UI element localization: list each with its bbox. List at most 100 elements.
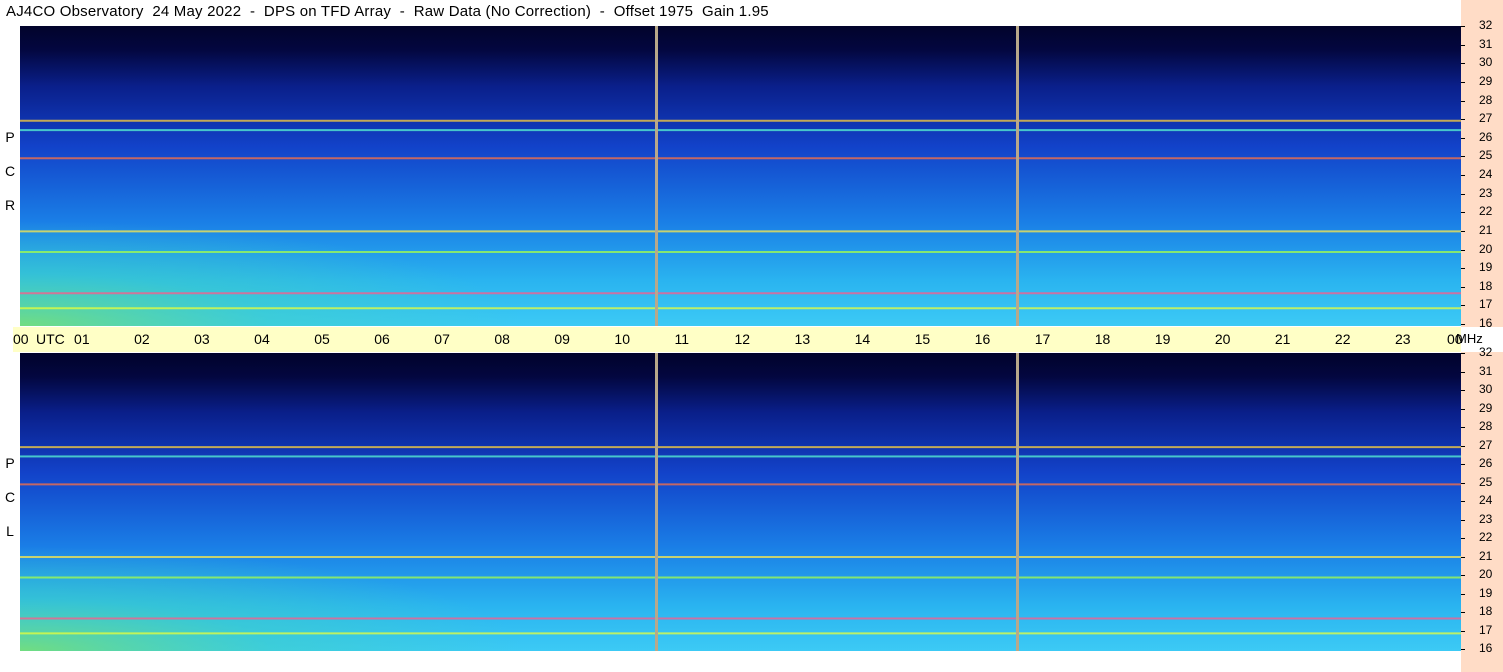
rcp-label: P C R bbox=[2, 120, 18, 230]
interference-band bbox=[20, 483, 1461, 486]
freq-tick-label: 31 bbox=[1479, 36, 1493, 51]
interference-band bbox=[20, 617, 1461, 620]
lcp-spectrogram bbox=[20, 353, 1461, 651]
freq-tick-mark bbox=[1461, 305, 1465, 307]
freq-tick-label: 30 bbox=[1479, 55, 1493, 70]
freq-tick-mark bbox=[1461, 353, 1465, 354]
time-tick-label: 14 bbox=[854, 331, 871, 347]
freq-tick-label: 29 bbox=[1479, 400, 1493, 415]
freq-tick-label: 24 bbox=[1479, 493, 1493, 507]
freq-tick-label: 18 bbox=[1479, 604, 1493, 618]
interference-band bbox=[20, 292, 1461, 295]
freq-tick-mark bbox=[1461, 593, 1465, 595]
freq-tick-label: 29 bbox=[1479, 73, 1493, 88]
freq-tick-label: 23 bbox=[1479, 185, 1493, 200]
lcp-label: P C L bbox=[2, 446, 18, 556]
freq-tick-label: 17 bbox=[1479, 297, 1493, 312]
freq-tick-label: 16 bbox=[1479, 316, 1493, 330]
freq-tick-mark bbox=[1461, 556, 1465, 558]
freq-tick-mark bbox=[1461, 519, 1465, 521]
chart-title: AJ4CO Observatory 24 May 2022 - DPS on T… bbox=[6, 3, 769, 20]
data-gap-line bbox=[1015, 26, 1019, 326]
lcp-letter-l: P bbox=[5, 455, 15, 471]
freq-tick-label: 20 bbox=[1479, 567, 1493, 581]
freq-tick-mark bbox=[1461, 612, 1465, 613]
time-tick-label: 00 bbox=[13, 331, 29, 347]
rcp-letter-r: P bbox=[5, 129, 15, 145]
freq-tick-mark bbox=[1461, 649, 1465, 650]
rcp-spectrogram bbox=[20, 26, 1461, 326]
time-tick-label: 16 bbox=[974, 331, 991, 347]
freq-tick-label: 26 bbox=[1479, 129, 1493, 144]
interference-band bbox=[20, 119, 1461, 122]
freq-tick-label: 23 bbox=[1479, 511, 1493, 526]
freq-tick-mark bbox=[1461, 212, 1465, 214]
time-tick-label: 05 bbox=[314, 331, 330, 347]
freq-tick-mark bbox=[1461, 501, 1465, 502]
interference-band bbox=[20, 230, 1461, 233]
freq-tick-label: 25 bbox=[1479, 474, 1493, 489]
heatmap-glow bbox=[20, 26, 1461, 326]
freq-tick-label: 22 bbox=[1479, 204, 1493, 219]
time-tick-label: 17 bbox=[1034, 331, 1051, 347]
freq-tick-mark bbox=[1461, 427, 1465, 428]
time-tick-label: 07 bbox=[434, 331, 450, 347]
freq-tick-label: 31 bbox=[1479, 363, 1493, 378]
freq-tick-label: 32 bbox=[1479, 345, 1493, 359]
freq-tick-mark bbox=[1461, 193, 1465, 195]
freq-tick-mark bbox=[1461, 175, 1465, 176]
freq-tick-label: 30 bbox=[1479, 382, 1493, 396]
freq-tick-mark bbox=[1461, 100, 1465, 102]
freq-tick-label: 28 bbox=[1479, 92, 1493, 107]
freq-tick-mark bbox=[1461, 464, 1465, 465]
time-tick-label: 23 bbox=[1394, 331, 1411, 347]
rcp-letter-p: R bbox=[4, 197, 16, 213]
freq-tick-label: 22 bbox=[1479, 530, 1493, 544]
freq-tick-mark bbox=[1461, 156, 1465, 158]
time-tick-label: 15 bbox=[914, 331, 931, 347]
time-tick-label: 20 bbox=[1214, 331, 1231, 347]
freq-tick-label: 21 bbox=[1479, 548, 1493, 563]
freq-tick-mark bbox=[1461, 268, 1465, 270]
freq-tick-mark bbox=[1461, 408, 1465, 410]
time-tick-label: 22 bbox=[1334, 331, 1351, 347]
freq-tick-label: 25 bbox=[1479, 148, 1493, 163]
freq-tick-mark bbox=[1461, 575, 1465, 576]
lcp-heatmap-svg bbox=[20, 353, 1461, 651]
freq-unit-label: MHz bbox=[1456, 331, 1483, 346]
freq-tick-mark bbox=[1461, 445, 1465, 447]
time-tick-label: 03 bbox=[194, 331, 210, 347]
freq-tick-mark bbox=[1461, 390, 1465, 391]
interference-band bbox=[20, 157, 1461, 160]
freq-tick-mark bbox=[1461, 44, 1465, 46]
freq-tick-label: 28 bbox=[1479, 419, 1493, 433]
rcp-letter-c: C bbox=[4, 163, 16, 179]
time-tick-label: 13 bbox=[794, 331, 811, 347]
freq-tick-mark bbox=[1461, 249, 1465, 251]
time-unit-label: UTC bbox=[36, 331, 65, 347]
freq-tick-mark bbox=[1461, 119, 1465, 121]
interference-band bbox=[20, 632, 1461, 635]
interference-band bbox=[20, 576, 1461, 579]
time-tick-label: 08 bbox=[494, 331, 510, 347]
freq-tick-mark bbox=[1461, 63, 1465, 65]
freq-tick-mark bbox=[1461, 26, 1465, 27]
freq-tick-mark bbox=[1461, 137, 1465, 139]
time-tick-label: 21 bbox=[1274, 331, 1291, 347]
time-axis: 00 01 02 03 04 05 06 07 08 09 10 11 12 13 14 15 16 17 18 19… bbox=[13, 327, 1463, 352]
interference-band bbox=[20, 556, 1461, 559]
freq-tick-label: 26 bbox=[1479, 456, 1493, 470]
freq-tick-label: 16 bbox=[1479, 641, 1493, 655]
time-tick-label: 10 bbox=[614, 331, 630, 347]
time-tick-label: 04 bbox=[254, 331, 270, 347]
time-tick-label: 09 bbox=[554, 331, 570, 347]
data-gap-line bbox=[655, 26, 659, 326]
interference-band bbox=[20, 129, 1461, 132]
freq-tick-mark bbox=[1461, 371, 1465, 373]
time-tick-label: 12 bbox=[734, 331, 751, 347]
freq-tick-label: 19 bbox=[1479, 585, 1493, 600]
lcp-letter-c: C bbox=[4, 489, 16, 505]
freq-tick-label: 24 bbox=[1479, 167, 1493, 181]
freq-tick-label: 19 bbox=[1479, 260, 1493, 275]
rcp-heatmap-svg bbox=[20, 26, 1461, 326]
